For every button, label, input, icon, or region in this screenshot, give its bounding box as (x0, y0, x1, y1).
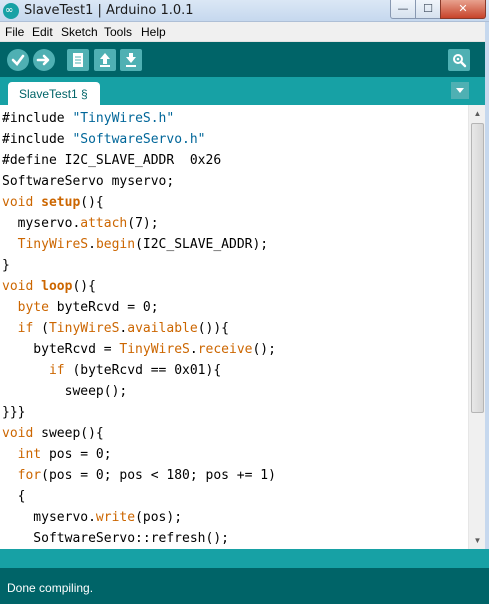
toolbar (0, 42, 489, 77)
new-icon (73, 53, 83, 67)
save-button[interactable] (120, 49, 142, 71)
code-line[interactable]: if (byteRcvd == 0x01){ (2, 360, 221, 381)
vertical-scrollbar[interactable]: ▲ ▼ (468, 105, 485, 549)
verify-icon (11, 54, 25, 66)
maximize-button[interactable]: ☐ (415, 0, 441, 19)
upload-button[interactable] (33, 49, 55, 71)
code-line[interactable]: byte byteRcvd = 0; (2, 297, 159, 318)
menu-bar: File Edit Sketch Tools Help (0, 22, 489, 42)
menu-edit[interactable]: Edit (32, 25, 53, 39)
menu-file[interactable]: File (5, 25, 24, 39)
open-button[interactable] (94, 49, 116, 71)
code-line[interactable]: sweep(); (2, 381, 128, 402)
code-line[interactable]: for(pos = 0; pos < 180; pos += 1) (2, 465, 276, 486)
editor-console-divider[interactable] (0, 549, 489, 568)
new-button[interactable] (67, 49, 89, 71)
scroll-thumb[interactable] (471, 123, 484, 413)
tab-menu-button[interactable] (451, 82, 469, 99)
code-line[interactable]: void sweep(){ (2, 423, 104, 444)
save-icon (126, 53, 136, 67)
code-line[interactable]: byteRcvd = TinyWireS.receive(); (2, 339, 276, 360)
close-button[interactable]: ✕ (440, 0, 486, 19)
menu-help[interactable]: Help (141, 25, 166, 39)
tab-slavetest1[interactable]: SlaveTest1 § (8, 82, 100, 105)
code-line[interactable]: myservo.write(pos); (2, 507, 182, 528)
open-icon (100, 53, 110, 67)
serial-monitor-icon (453, 54, 467, 68)
code-line[interactable]: #include "TinyWireS.h" (2, 108, 174, 129)
window-title: SlaveTest1 | Arduino 1.0.1 (24, 3, 194, 18)
title-bar: ∞ SlaveTest1 | Arduino 1.0.1 — ☐ ✕ (0, 0, 489, 22)
menu-sketch[interactable]: Sketch (61, 25, 98, 39)
code-line[interactable]: #define I2C_SLAVE_ADDR 0x26 (2, 150, 221, 171)
code-line[interactable]: }}} (2, 402, 25, 423)
tab-bar: SlaveTest1 § (0, 77, 489, 105)
code-line[interactable]: TinyWireS.begin(I2C_SLAVE_ADDR); (2, 234, 268, 255)
status-message: Done compiling. (7, 581, 94, 595)
tab-label: SlaveTest1 § (19, 87, 88, 101)
serial-monitor-button[interactable] (448, 49, 470, 71)
code-line[interactable]: void loop(){ (2, 276, 96, 297)
menu-tools[interactable]: Tools (104, 25, 132, 39)
code-line[interactable]: void setup(){ (2, 192, 104, 213)
upload-icon (36, 54, 50, 66)
minimize-button[interactable]: — (390, 0, 416, 19)
chevron-down-icon (456, 88, 464, 93)
code-line[interactable]: if (TinyWireS.available()){ (2, 318, 229, 339)
status-bar: Done compiling. (0, 568, 489, 604)
code-line[interactable]: SoftwareServo myservo; (2, 171, 174, 192)
code-line[interactable]: #include "SoftwareServo.h" (2, 129, 206, 150)
code-line[interactable]: myservo.attach(7); (2, 213, 159, 234)
scroll-down-arrow-icon[interactable]: ▼ (469, 532, 486, 549)
window-frame (485, 22, 489, 604)
scroll-up-arrow-icon[interactable]: ▲ (469, 105, 486, 122)
code-line[interactable]: } (2, 255, 10, 276)
code-editor[interactable]: #include "TinyWireS.h" #include "Software… (0, 105, 489, 549)
code-line[interactable]: int pos = 0; (2, 444, 112, 465)
code-line[interactable]: SoftwareServo::refresh(); (2, 528, 229, 548)
code-line[interactable]: { (2, 486, 26, 507)
arduino-logo-icon: ∞ (3, 3, 19, 19)
verify-button[interactable] (7, 49, 29, 71)
code-area[interactable]: #include "TinyWireS.h" #include "Software… (2, 108, 466, 548)
